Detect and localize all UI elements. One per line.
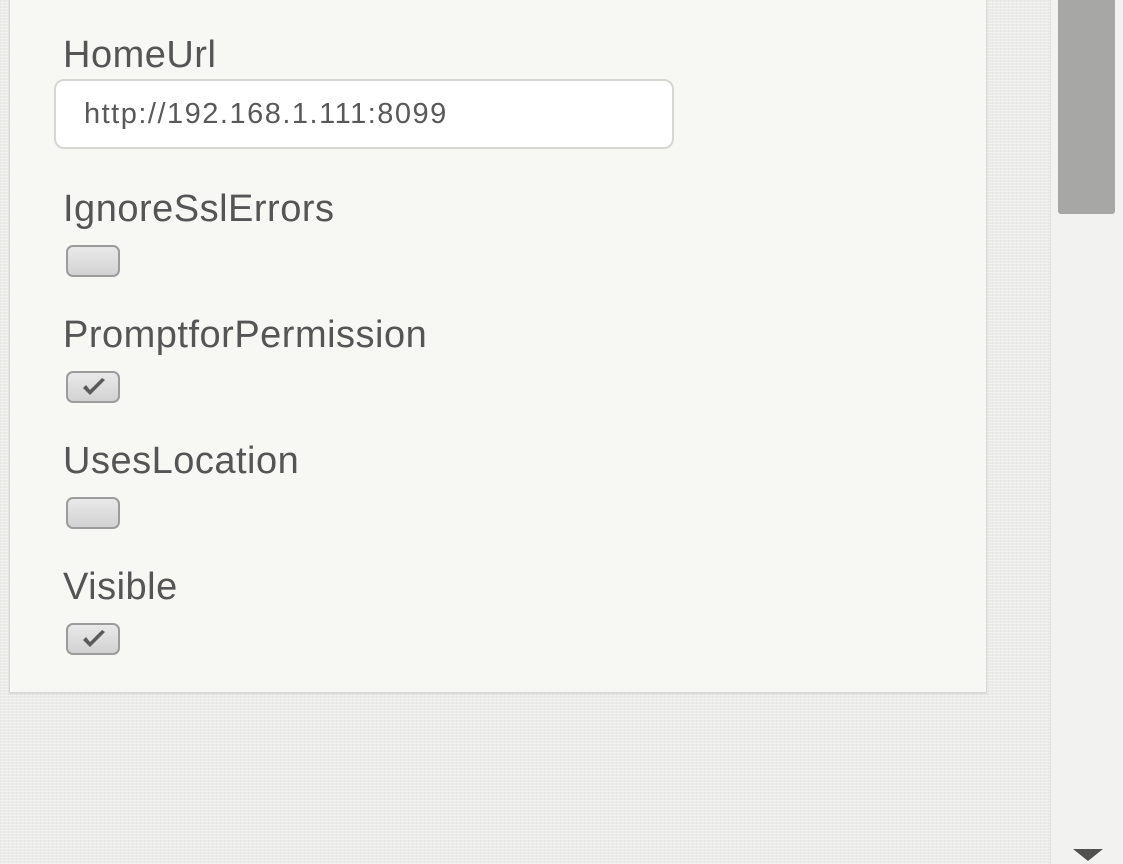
prompt-for-permission-checkbox[interactable] [66,371,120,403]
visible-label: Visible [63,566,178,608]
home-url-label: HomeUrl [63,34,217,76]
home-url-input[interactable] [54,79,674,149]
properties-panel: HomeUrl IgnoreSslErrors PromptforPermiss… [9,0,987,693]
vertical-scrollbar[interactable] [1050,0,1123,864]
scroll-down-arrow-icon[interactable] [1073,849,1103,861]
scrollbar-thumb[interactable] [1058,0,1115,214]
checkmark-icon [83,630,105,647]
uses-location-label: UsesLocation [63,440,300,482]
prompt-for-permission-label: PromptforPermission [63,314,428,356]
visible-checkbox[interactable] [66,623,120,655]
uses-location-checkbox[interactable] [66,497,120,529]
ignore-ssl-errors-label: IgnoreSslErrors [63,188,335,230]
checkmark-icon [83,378,105,395]
ignore-ssl-errors-checkbox[interactable] [66,245,120,277]
